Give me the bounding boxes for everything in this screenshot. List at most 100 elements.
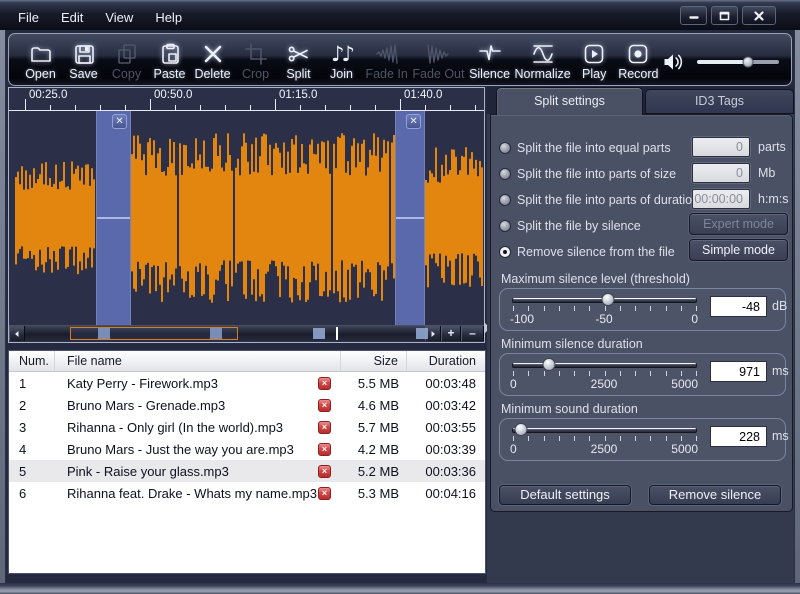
- field-split-the-file-into-parts-of-size[interactable]: 0: [692, 163, 750, 183]
- column-header-duration[interactable]: Duration: [407, 351, 485, 371]
- silence-band-close-icon[interactable]: ✕: [406, 114, 421, 129]
- slider-unit: ms: [772, 364, 789, 378]
- file-row-3[interactable]: 3Rihanna - Only girl (In the world).mp3×…: [9, 416, 485, 438]
- slider-tick: [544, 436, 545, 441]
- radio-label: Split the file into parts of size: [517, 167, 676, 181]
- window-maximize-button[interactable]: [711, 6, 738, 25]
- slider-tick: [635, 371, 636, 376]
- svg-text:01:15.0: 01:15.0: [279, 89, 317, 101]
- split-option-1: Split the file into equal parts0parts: [499, 135, 786, 161]
- toolbar-button-join[interactable]: ♪♪Join: [320, 36, 363, 84]
- play-icon: [581, 41, 607, 68]
- fade-in-wave-icon: [374, 41, 400, 68]
- toolbar: OpenSaveCopyPasteDeleteCropSplit♪♪JoinFa…: [8, 33, 792, 86]
- toolbar-label-normalize: Normalize: [514, 68, 570, 81]
- svg-text:00:50.0: 00:50.0: [154, 89, 192, 101]
- scroll-silence-mark-4: [416, 328, 428, 339]
- floppy-disk-icon: [71, 41, 97, 68]
- toolbar-button-open[interactable]: Open: [19, 36, 62, 84]
- slider-tick: [513, 371, 514, 376]
- default-settings-button[interactable]: Default settings: [499, 485, 631, 505]
- time-ruler: 00:25.000:50.001:15.001:40.0: [9, 88, 484, 111]
- simple-mode-button[interactable]: Simple mode: [689, 239, 788, 261]
- silence-band-close-icon[interactable]: ✕: [112, 114, 127, 129]
- slider-value-1[interactable]: -48: [710, 296, 767, 317]
- menu-file[interactable]: File: [14, 9, 43, 26]
- file-num: 6: [9, 486, 55, 501]
- file-delete-button[interactable]: ×: [318, 399, 331, 412]
- field-split-the-file-into-parts-of-duration[interactable]: 00:00:00: [692, 189, 750, 209]
- window-minimize-button[interactable]: [680, 6, 707, 25]
- column-header-num-[interactable]: Num.: [9, 351, 55, 371]
- slider-handle-1[interactable]: [602, 293, 615, 306]
- field-split-the-file-into-equal-parts[interactable]: 0: [692, 137, 750, 157]
- file-row-5[interactable]: 5Pink - Raise your glass.mp3×5.2 MB00:03…: [9, 460, 485, 482]
- scale-min: 0: [510, 377, 517, 391]
- slider-track-2[interactable]: [512, 363, 697, 368]
- file-delete-button[interactable]: ×: [318, 487, 331, 500]
- slider-handle-2[interactable]: [542, 358, 555, 371]
- toolbar-button-normalize[interactable]: Normalize: [513, 36, 573, 84]
- volume-slider-handle[interactable]: [742, 56, 753, 67]
- slider-handle-3[interactable]: [515, 423, 528, 436]
- toolbar-label-record: Record: [618, 68, 658, 81]
- slider-track-1[interactable]: [512, 298, 697, 303]
- toolbar-button-split[interactable]: Split: [277, 36, 320, 84]
- slider-track-3[interactable]: [512, 428, 697, 433]
- scroll-viewport[interactable]: [70, 327, 238, 340]
- file-delete-button[interactable]: ×: [318, 421, 331, 434]
- file-name: Bruno Mars - Grenade.mp3: [67, 398, 318, 413]
- waveform-display[interactable]: ✕✕: [9, 111, 484, 325]
- toolbar-button-paste[interactable]: Paste: [148, 36, 191, 84]
- toolbar-button-save[interactable]: Save: [62, 36, 105, 84]
- window-close-button[interactable]: [742, 6, 776, 25]
- volume-slider[interactable]: [697, 60, 779, 64]
- expert-mode-button: Expert mode: [689, 213, 788, 235]
- slider-group-1: Maximum silence level (threshold)-100-50…: [499, 272, 786, 331]
- radio-remove-silence-from-the-file[interactable]: [499, 246, 511, 258]
- toolbar-label-save: Save: [69, 68, 98, 81]
- file-delete-button[interactable]: ×: [318, 465, 331, 478]
- scroll-left-button[interactable]: [9, 326, 25, 341]
- file-row-4[interactable]: 4Bruno Mars - Just the way you are.mp3×4…: [9, 438, 485, 460]
- slider-value-3[interactable]: 228: [710, 426, 767, 447]
- tab-split-settings[interactable]: Split settings: [496, 87, 643, 115]
- file-name: Rihanna feat. Drake - Whats my name.mp3: [67, 486, 318, 501]
- remove-silence-button[interactable]: Remove silence: [649, 485, 781, 505]
- toolbar-button-silence[interactable]: Silence: [467, 36, 513, 84]
- slider-tick: [528, 371, 529, 376]
- scale-max: 5000: [671, 377, 698, 391]
- scroll-track[interactable]: [25, 326, 425, 341]
- toolbar-button-delete[interactable]: Delete: [191, 36, 234, 84]
- toolbar-button-fade-out: Fade Out: [410, 36, 466, 84]
- toolbar-button-play[interactable]: Play: [573, 36, 616, 84]
- zoom-out-button[interactable]: –: [461, 326, 484, 341]
- radio-split-the-file-into-parts-of-duration[interactable]: [499, 194, 511, 206]
- radio-split-the-file-into-parts-of-size[interactable]: [499, 168, 511, 180]
- menu-view[interactable]: View: [101, 9, 137, 26]
- zoom-in-button[interactable]: +: [441, 326, 461, 341]
- menu-edit[interactable]: Edit: [57, 9, 87, 26]
- file-row-1[interactable]: 1Katy Perry - Firework.mp3×5.5 MB00:03:4…: [9, 372, 485, 394]
- toolbar-button-record[interactable]: Record: [616, 36, 661, 84]
- file-delete-button[interactable]: ×: [318, 377, 331, 390]
- slider-tick: [681, 371, 682, 376]
- file-row-2[interactable]: 2Bruno Mars - Grenade.mp3×4.6 MB00:03:42: [9, 394, 485, 416]
- file-row-6[interactable]: 6 Rihanna feat. Drake - Whats my name.mp3…: [9, 482, 485, 504]
- title-bar: File Edit View Help: [0, 0, 800, 30]
- tab-id3-tags[interactable]: ID3 Tags: [645, 89, 794, 114]
- file-delete-button[interactable]: ×: [318, 443, 331, 456]
- radio-split-the-file-by-silence[interactable]: [499, 220, 511, 232]
- column-header-file-name[interactable]: File name: [55, 351, 341, 371]
- radio-split-the-file-into-equal-parts[interactable]: [499, 142, 511, 154]
- column-header-size[interactable]: Size: [341, 351, 407, 371]
- music-notes-icon: ♪♪: [331, 41, 352, 68]
- slider-value-2[interactable]: 971: [710, 361, 767, 382]
- slider-tick: [696, 436, 697, 441]
- slider-tick: [605, 436, 606, 441]
- file-size: 5.7 MB: [341, 420, 407, 435]
- scale-max: 0: [691, 312, 698, 326]
- slider-tick: [666, 436, 667, 441]
- file-duration: 00:03:55: [407, 420, 485, 435]
- menu-help[interactable]: Help: [151, 9, 186, 26]
